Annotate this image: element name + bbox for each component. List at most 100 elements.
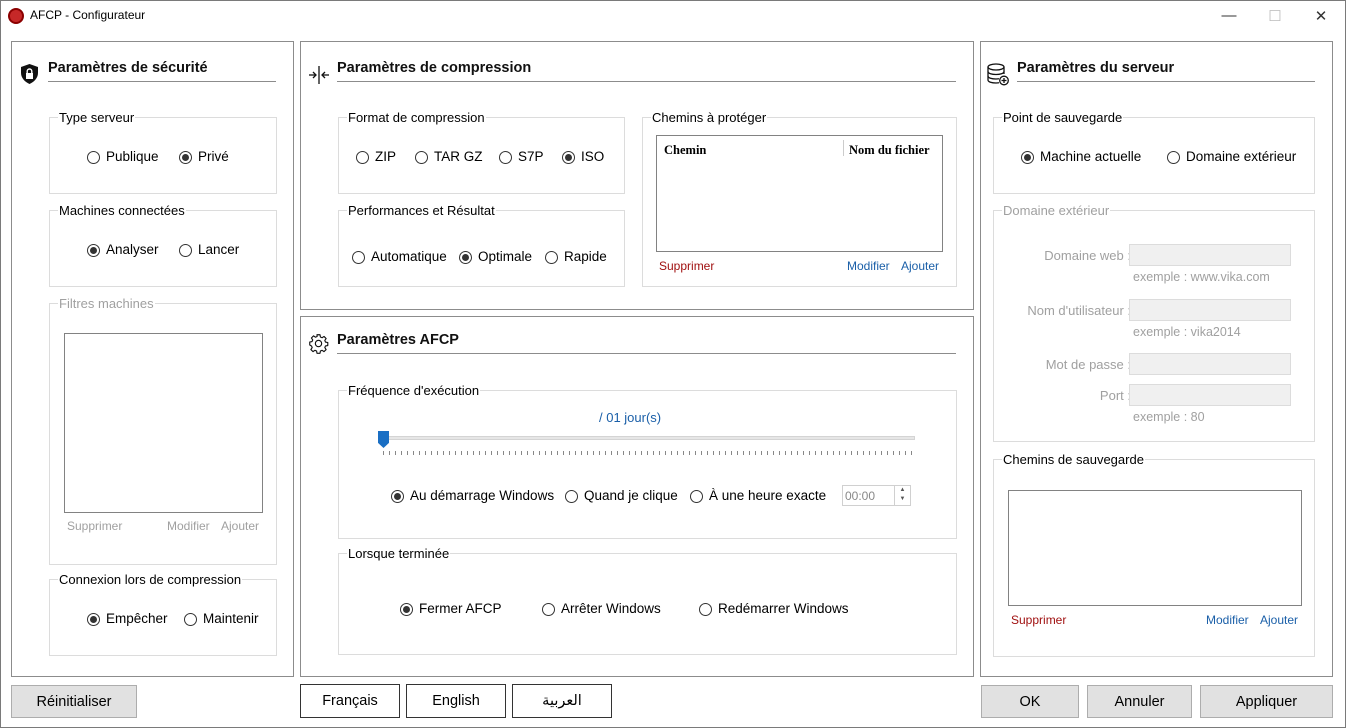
frequency-value: / 01 jour(s) [599,410,662,425]
connected-machines-group: Machines connectées Analyser Lancer [49,203,277,287]
radio-maintenir[interactable]: Maintenir [184,611,259,627]
frequency-slider-track[interactable] [379,436,915,440]
filters-remove-link[interactable]: Supprimer [67,519,122,533]
server-title: Paramètres du serveur [1017,60,1175,76]
close-button[interactable]: ✕ [1298,0,1344,31]
port-label: Port : [1099,388,1131,403]
radio-publique[interactable]: Publique [87,149,159,165]
spinner-arrows[interactable]: ▲ ▼ [894,486,910,505]
frequency-slider-thumb[interactable] [378,431,389,448]
username-input[interactable] [1129,299,1291,321]
server-panel: Paramètres du serveur Point de sauvegard… [980,41,1333,677]
compression-panel: Paramètres de compression Format de comp… [300,41,974,310]
backup-edit-link[interactable]: Modifier [1206,613,1249,627]
backup-point-group: Point de sauvegarde Machine actuelle Dom… [993,110,1315,194]
radio-restart-windows[interactable]: Redémarrer Windows [699,601,849,617]
paths-to-protect-group: Chemins à protéger Chemin Nom du fichier… [642,110,957,287]
radio-label: Rapide [564,249,607,264]
time-spinner[interactable]: 00:00 ▲ ▼ [842,485,911,506]
radio-circle [415,150,428,164]
server-type-label: Type serveur [58,110,136,125]
radio-windows-startup[interactable]: Au démarrage Windows [391,488,554,504]
minimize-button[interactable]: — [1206,0,1252,31]
port-input[interactable] [1129,384,1291,406]
radio-external-domain[interactable]: Domaine extérieur [1167,149,1296,165]
when-done-group: Lorsque terminée Fermer AFCP Arrêter Win… [338,546,957,655]
password-input[interactable] [1129,353,1291,375]
radio-current-machine[interactable]: Machine actuelle [1021,149,1141,165]
machine-filters-list[interactable] [64,333,263,513]
paths-to-protect-label: Chemins à protéger [651,110,768,125]
radio-optimale[interactable]: Optimale [459,249,532,265]
title-underline [48,81,276,82]
radio-shutdown-windows[interactable]: Arrêter Windows [542,601,661,617]
backup-add-link[interactable]: Ajouter [1260,613,1298,627]
frequency-group: Fréquence d'exécution / 01 jour(s) Au dé… [338,383,957,539]
shield-lock-icon [21,64,38,84]
radio-label: Fermer AFCP [419,601,502,616]
filters-add-link[interactable]: Ajouter [221,519,259,533]
radio-label: TAR GZ [434,149,483,164]
gear-icon [309,334,329,354]
paths-edit-link[interactable]: Modifier [847,259,890,273]
machine-filters-group: Filtres machines Supprimer Modifier Ajou… [49,296,277,565]
radio-s7p[interactable]: S7P [499,149,544,165]
title-underline [1017,81,1315,82]
title-underline [337,81,956,82]
radio-circle-selected [87,243,100,257]
reset-button[interactable]: Réinitialiser [11,685,137,718]
radio-circle [87,150,100,164]
column-divider [843,140,844,156]
radio-label: Quand je clique [584,488,678,503]
backup-paths-group: Chemins de sauvegarde Supprimer Modifier… [993,452,1315,657]
radio-circle-selected [87,612,100,626]
radio-iso[interactable]: ISO [562,149,604,165]
backup-paths-list[interactable] [1008,490,1302,606]
radio-label: Analyser [106,242,159,257]
radio-label: S7P [518,149,544,164]
title-underline [337,353,956,354]
radio-analyser[interactable]: Analyser [87,242,159,258]
compress-icon [309,66,329,84]
security-panel: Paramètres de sécurité Type serveur Publ… [11,41,294,677]
lang-arabic-button[interactable]: العربية [512,684,612,718]
paths-add-link[interactable]: Ajouter [901,259,939,273]
lang-french-button[interactable]: Français [300,684,400,718]
radio-tar-gz[interactable]: TAR GZ [415,149,483,165]
radio-circle [542,602,555,616]
radio-circle [699,602,712,616]
afcp-title: Paramètres AFCP [337,332,459,348]
filters-edit-link[interactable]: Modifier [167,519,210,533]
radio-label: À une heure exacte [709,488,827,503]
radio-zip[interactable]: ZIP [356,149,396,165]
radio-prive[interactable]: Privé [179,149,229,165]
radio-label: Domaine extérieur [1186,149,1297,164]
paths-list[interactable]: Chemin Nom du fichier [656,135,943,252]
radio-lancer[interactable]: Lancer [179,242,239,258]
radio-empecher[interactable]: Empêcher [87,611,168,627]
cancel-button[interactable]: Annuler [1087,685,1192,718]
web-domain-input[interactable] [1129,244,1291,266]
password-label: Mot de passe : [1045,357,1131,372]
window-title: AFCP - Configurateur [30,8,146,22]
lang-english-button[interactable]: English [406,684,506,718]
maximize-button[interactable]: ☐ [1252,0,1298,31]
ok-button[interactable]: OK [981,685,1079,718]
paths-remove-link[interactable]: Supprimer [659,259,714,273]
radio-exact-time[interactable]: À une heure exacte [690,488,826,504]
security-title: Paramètres de sécurité [48,60,208,76]
apply-button[interactable]: Appliquer [1200,685,1333,718]
column-header-path[interactable]: Chemin [664,143,706,158]
radio-automatique[interactable]: Automatique [352,249,447,265]
radio-label: ZIP [375,149,397,164]
web-domain-label: Domaine web : [1044,248,1131,263]
column-header-filename[interactable]: Nom du fichier [849,143,930,158]
radio-on-click[interactable]: Quand je clique [565,488,678,504]
radio-label: ISO [581,149,605,164]
radio-label: Au démarrage Windows [410,488,555,503]
username-label: Nom d'utilisateur : [1027,303,1131,318]
app-icon [8,8,24,24]
radio-rapide[interactable]: Rapide [545,249,607,265]
backup-remove-link[interactable]: Supprimer [1011,613,1066,627]
radio-close-afcp[interactable]: Fermer AFCP [400,601,502,617]
